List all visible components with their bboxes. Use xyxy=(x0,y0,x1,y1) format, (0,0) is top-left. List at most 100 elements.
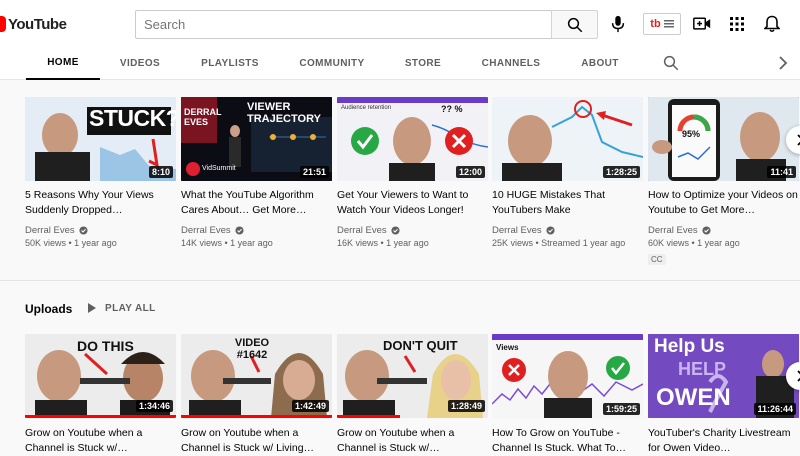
channel-name[interactable]: Derral Eves xyxy=(492,225,555,236)
video-duration: 12:00 xyxy=(455,166,485,178)
watch-progress-bar xyxy=(337,415,401,418)
thumbnail-subtext-2: VidSummit xyxy=(202,165,236,172)
voice-search-button[interactable] xyxy=(606,12,630,36)
search-button[interactable] xyxy=(551,10,598,39)
search-input[interactable] xyxy=(144,17,543,32)
channel-search-icon[interactable] xyxy=(662,54,680,72)
channel-name-text: Derral Eves xyxy=(25,225,75,236)
video-duration: 1:28:25 xyxy=(602,166,640,178)
cc-badge: CC xyxy=(648,254,666,265)
tab-home[interactable]: HOME xyxy=(26,46,100,80)
channel-name[interactable]: Derral Eves xyxy=(25,225,88,236)
tab-store[interactable]: STORE xyxy=(398,46,448,80)
thumbnail-subtext-2: ?? % xyxy=(441,104,463,114)
chevron-right-icon xyxy=(797,370,800,382)
verified-icon xyxy=(391,226,400,235)
video-title[interactable]: How To Grow on YouTube - Channel Is Stuc… xyxy=(492,426,642,456)
apps-grid-icon xyxy=(730,17,744,31)
thumbnail-text: Help Us xyxy=(654,336,725,357)
thumbnail-text: Views xyxy=(496,343,519,352)
notifications-button[interactable] xyxy=(760,12,784,36)
video-thumbnail[interactable]: 95% 11:41 xyxy=(648,97,799,181)
menu-lines-icon xyxy=(663,20,674,28)
video-thumbnail[interactable]: 1:28:25 xyxy=(492,97,643,181)
verified-icon xyxy=(235,226,244,235)
tab-about[interactable]: ABOUT xyxy=(574,46,626,80)
thumbnail-text: VIDEO #1642 xyxy=(234,337,270,361)
video-thumbnail[interactable]: Help Us HELP OWEN 11:26:44 xyxy=(648,334,799,418)
channel-name[interactable]: Derral Eves xyxy=(337,225,400,236)
uploads-shelf-title[interactable]: Uploads xyxy=(25,302,72,316)
section-divider xyxy=(0,280,800,281)
watch-progress-bar xyxy=(181,415,332,418)
channel-tabs: HOME VIDEOS PLAYLISTS COMMUNITY STORE CH… xyxy=(0,46,800,80)
video-title[interactable]: 5 Reasons Why Your Views Suddenly Droppe… xyxy=(25,188,175,218)
create-video-icon xyxy=(693,17,711,30)
video-title[interactable]: What the YouTube Algorithm Cares About… … xyxy=(181,188,331,218)
channel-name[interactable]: Derral Eves xyxy=(648,225,711,236)
apps-button[interactable] xyxy=(725,12,749,36)
thumbnail-subtext: DERRAL EVES xyxy=(184,107,222,127)
play-all-button[interactable]: PLAY ALL xyxy=(87,302,156,314)
video-thumbnail[interactable]: Audience retention ?? % 12:00 xyxy=(337,97,488,181)
video-meta: 60K views • 1 year ago xyxy=(648,238,740,248)
search-icon xyxy=(567,17,582,32)
video-duration: 21:51 xyxy=(299,166,329,178)
video-thumbnail[interactable]: STUCK? 8:10 xyxy=(25,97,176,181)
thumbnail-text-3: OWEN xyxy=(656,384,731,411)
channel-name-text: Derral Eves xyxy=(648,225,698,236)
tab-community[interactable]: COMMUNITY xyxy=(293,46,371,80)
tubebuddy-extension-button[interactable]: tb xyxy=(643,13,681,35)
video-title[interactable]: YouTuber's Charity Livestream for Owen V… xyxy=(648,426,798,456)
channel-name-text: Derral Eves xyxy=(492,225,542,236)
thumbnail-text: VIEWER TRAJECTORY xyxy=(247,101,321,125)
thumbnail-text: Audience retention xyxy=(341,105,392,111)
tab-videos[interactable]: VIDEOS xyxy=(110,46,170,80)
channel-name-text: Derral Eves xyxy=(181,225,231,236)
chevron-right-icon[interactable] xyxy=(776,55,790,71)
video-meta: 16K views • 1 year ago xyxy=(337,238,429,248)
tab-playlists[interactable]: PLAYLISTS xyxy=(194,46,266,80)
masthead: YouTube tb xyxy=(0,0,800,46)
video-thumbnail[interactable]: Views 1:59:25 xyxy=(492,334,643,418)
channel-name-text: Derral Eves xyxy=(337,225,387,236)
thumbnail-text: STUCK? xyxy=(89,105,176,131)
logo-play-icon xyxy=(0,16,6,32)
video-thumbnail[interactable]: DO THIS 1:34:46 xyxy=(25,334,176,418)
video-title[interactable]: Grow on Youtube when a Channel is Stuck … xyxy=(25,426,175,456)
bell-icon xyxy=(764,15,780,33)
thumbnail-text-2: HELP xyxy=(678,359,727,379)
video-duration: 8:10 xyxy=(148,166,173,178)
watch-progress-bar xyxy=(25,415,176,418)
video-duration: 1:28:49 xyxy=(447,400,485,412)
youtube-logo[interactable]: YouTube xyxy=(0,14,67,34)
video-thumbnail[interactable]: VIDEO #1642 1:42:49 xyxy=(181,334,332,418)
video-title[interactable]: Grow on Youtube when a Channel is Stuck … xyxy=(337,426,487,456)
video-duration: 11:26:44 xyxy=(754,403,796,415)
video-title[interactable]: 10 HUGE Mistakes That YouTubers Make xyxy=(492,188,642,218)
chevron-right-icon xyxy=(797,134,800,146)
video-thumbnail[interactable]: VIEWER TRAJECTORY DERRAL EVES VidSummit … xyxy=(181,97,332,181)
video-title[interactable]: Grow on Youtube when a Channel is Stuck … xyxy=(181,426,331,456)
search-field[interactable] xyxy=(135,10,551,39)
video-title[interactable]: How to Optimize your Videos on Youtube t… xyxy=(648,188,798,218)
verified-icon xyxy=(546,226,555,235)
verified-icon xyxy=(79,226,88,235)
thumbnail-text: DO THIS xyxy=(77,338,134,354)
channel-name[interactable]: Derral Eves xyxy=(181,225,244,236)
tab-channels[interactable]: CHANNELS xyxy=(476,46,546,80)
play-all-label: PLAY ALL xyxy=(105,302,156,314)
video-duration: 1:34:46 xyxy=(135,400,173,412)
extension-label: tb xyxy=(650,18,661,30)
video-meta: 50K views • 1 year ago xyxy=(25,238,117,248)
video-duration: 11:41 xyxy=(767,166,796,178)
video-title[interactable]: Get Your Viewers to Want to Watch Your V… xyxy=(337,188,487,218)
play-icon xyxy=(88,303,96,313)
create-video-button[interactable] xyxy=(690,12,714,36)
video-duration: 1:59:25 xyxy=(602,403,640,415)
video-thumbnail[interactable]: DON'T QUIT 1:28:49 xyxy=(337,334,488,418)
verified-icon xyxy=(702,226,711,235)
video-duration: 1:42:49 xyxy=(291,400,329,412)
video-meta: 25K views • Streamed 1 year ago xyxy=(492,238,626,248)
logo-text: YouTube xyxy=(8,15,67,33)
